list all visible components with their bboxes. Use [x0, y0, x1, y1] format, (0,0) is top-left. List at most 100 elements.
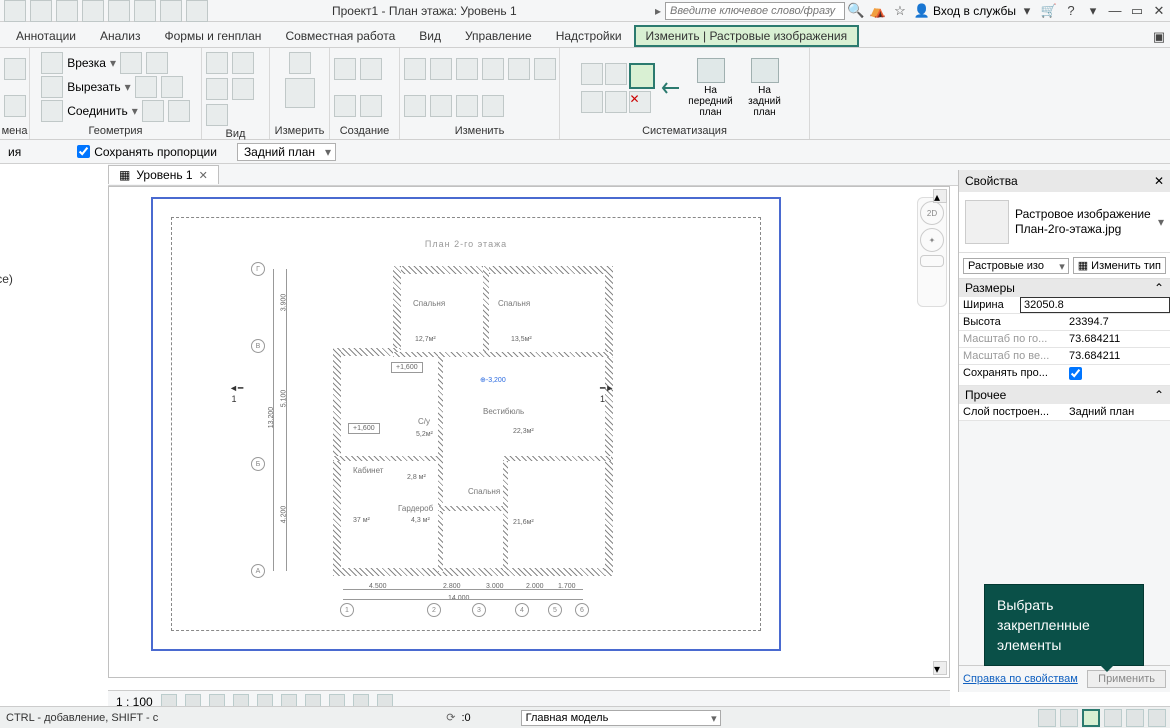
select-face-icon[interactable] — [1104, 709, 1122, 727]
ribbon-collapse-icon[interactable]: ▣ — [1148, 27, 1170, 47]
tab-massing[interactable]: Формы и генплан — [153, 25, 274, 47]
move-icon[interactable] — [534, 58, 556, 80]
tool-icon[interactable] — [334, 58, 356, 80]
worksets-icon[interactable] — [477, 710, 493, 726]
draw-order-combo[interactable]: Задний план — [237, 143, 336, 161]
tool-icon[interactable] — [206, 78, 228, 100]
qat-icon[interactable] — [160, 0, 182, 22]
search-icon[interactable]: 🔍 — [845, 1, 867, 21]
tab-annotations[interactable]: Аннотации — [4, 25, 88, 47]
tool-icon[interactable] — [360, 95, 382, 117]
tab-collab[interactable]: Совместная работа — [273, 25, 407, 47]
qat-icon[interactable] — [56, 0, 78, 22]
tool-icon[interactable] — [206, 104, 228, 126]
prop-keep-checkbox[interactable] — [1069, 367, 1082, 380]
restore-icon[interactable]: ▭ — [1126, 1, 1148, 21]
tool-icon[interactable] — [456, 58, 478, 80]
tool-icon[interactable] — [334, 95, 356, 117]
align-icon-active[interactable] — [629, 63, 655, 89]
tool-icon[interactable] — [360, 58, 382, 80]
filter-icon[interactable] — [1148, 709, 1166, 727]
tool-icon[interactable] — [232, 78, 254, 100]
doc-tab-level1[interactable]: ▦ Уровень 1 ✕ — [108, 165, 219, 184]
tool-icon[interactable] — [508, 58, 530, 80]
tool-icon[interactable] — [482, 95, 504, 117]
collapse-icon[interactable]: ⌃ — [1154, 388, 1164, 402]
raster-image[interactable]: План 2-го этажа Спальня Спальня Вестибюл… — [151, 197, 781, 651]
measure-icon[interactable] — [289, 52, 311, 74]
props-help-link[interactable]: Справка по свойствам — [963, 673, 1078, 685]
prop-value[interactable]: Задний план — [1065, 404, 1170, 420]
search-play-icon[interactable]: ▸ — [655, 4, 661, 18]
align-icon[interactable] — [581, 91, 603, 113]
align-icon[interactable] — [605, 91, 627, 113]
cart-icon[interactable]: 🛒 — [1038, 1, 1060, 21]
minimize-icon[interactable]: — — [1104, 1, 1126, 21]
keep-proportions-checkbox[interactable]: Сохранять пропорции — [77, 145, 217, 159]
collapse-icon[interactable]: ⌃ — [1154, 281, 1164, 295]
tool-icon[interactable] — [482, 58, 504, 80]
editreq-icon[interactable] — [499, 710, 515, 726]
tab-analysis[interactable]: Анализ — [88, 25, 153, 47]
select-underlay-icon[interactable] — [1060, 709, 1078, 727]
tab-view[interactable]: Вид — [407, 25, 453, 47]
instance-filter-combo[interactable]: Растровые изо — [963, 258, 1069, 274]
arrow-icon[interactable] — [4, 58, 26, 80]
tool-icon[interactable] — [404, 58, 426, 80]
qat-icon[interactable] — [30, 0, 52, 22]
drawing-canvas[interactable]: 2D ✦ ▴▾ План 2-го этажа Спальня Спальня … — [108, 186, 950, 678]
cut-label[interactable]: Вырезать — [67, 80, 120, 94]
tool-icon[interactable] — [430, 58, 452, 80]
close-icon[interactable]: ✕ — [199, 169, 208, 182]
close-icon[interactable]: ✕ — [1148, 1, 1170, 21]
status-icon[interactable] — [424, 710, 440, 726]
cope-icon[interactable] — [41, 52, 63, 74]
tab-addins[interactable]: Надстройки — [544, 25, 634, 47]
star-icon[interactable]: ☆ — [889, 1, 911, 21]
tool-icon[interactable] — [142, 100, 164, 122]
tool-icon[interactable] — [168, 100, 190, 122]
search-input[interactable] — [665, 2, 845, 20]
group-other[interactable]: Прочее⌃ — [959, 386, 1170, 404]
edit-type-button[interactable]: ▦Изменить тип — [1073, 257, 1166, 274]
tab-modify-raster[interactable]: Изменить | Растровые изображения — [634, 25, 860, 47]
type-selector[interactable]: Растровое изображение План-2го-этажа.jpg… — [959, 192, 1170, 253]
chevron-down-icon[interactable]: ▾ — [1082, 1, 1104, 21]
cope-label[interactable]: Врезка — [67, 56, 106, 70]
chevron-down-icon[interactable]: ▾ — [1158, 215, 1164, 229]
bring-front-button[interactable]: На передний план — [687, 58, 735, 118]
measure-big-icon[interactable] — [285, 78, 315, 108]
join-icon[interactable] — [41, 100, 63, 122]
align-icon[interactable] — [581, 63, 603, 85]
align-icon[interactable] — [605, 63, 627, 85]
cut-icon[interactable] — [41, 76, 63, 98]
tool-icon[interactable] — [120, 52, 142, 74]
user-icon[interactable]: 👤 — [911, 1, 933, 21]
tool-icon[interactable] — [206, 52, 228, 74]
workset-combo[interactable]: Главная модель — [521, 710, 721, 726]
tool-icon[interactable] — [232, 52, 254, 74]
qat-icon[interactable] — [4, 0, 26, 22]
tool-icon[interactable] — [161, 76, 183, 98]
tool-icon[interactable] — [146, 52, 168, 74]
rotate-icon[interactable] — [404, 95, 426, 117]
apply-button[interactable]: Применить — [1087, 670, 1166, 688]
qat-icon[interactable] — [82, 0, 104, 22]
join-label[interactable]: Соединить — [67, 104, 128, 118]
prop-value[interactable]: 23394.7 — [1065, 314, 1170, 330]
qat-icon[interactable] — [108, 0, 130, 22]
tool-icon[interactable] — [456, 95, 478, 117]
prop-width-input[interactable] — [1020, 297, 1170, 313]
qat-icon[interactable] — [134, 0, 156, 22]
select-link-icon[interactable] — [1038, 709, 1056, 727]
tab-manage[interactable]: Управление — [453, 25, 544, 47]
close-icon[interactable]: ✕ — [1154, 174, 1164, 188]
vscrollbar[interactable]: ▴▾ — [933, 189, 947, 675]
send-back-button[interactable]: На задний план — [741, 58, 789, 118]
chevron-down-icon[interactable]: ▾ — [1016, 1, 1038, 21]
qat-icon[interactable] — [186, 0, 208, 22]
tool-icon[interactable] — [4, 95, 26, 117]
tool-icon[interactable] — [430, 95, 452, 117]
select-pinned-icon[interactable] — [1082, 709, 1100, 727]
comm-icon[interactable]: ⛺ — [867, 1, 889, 21]
